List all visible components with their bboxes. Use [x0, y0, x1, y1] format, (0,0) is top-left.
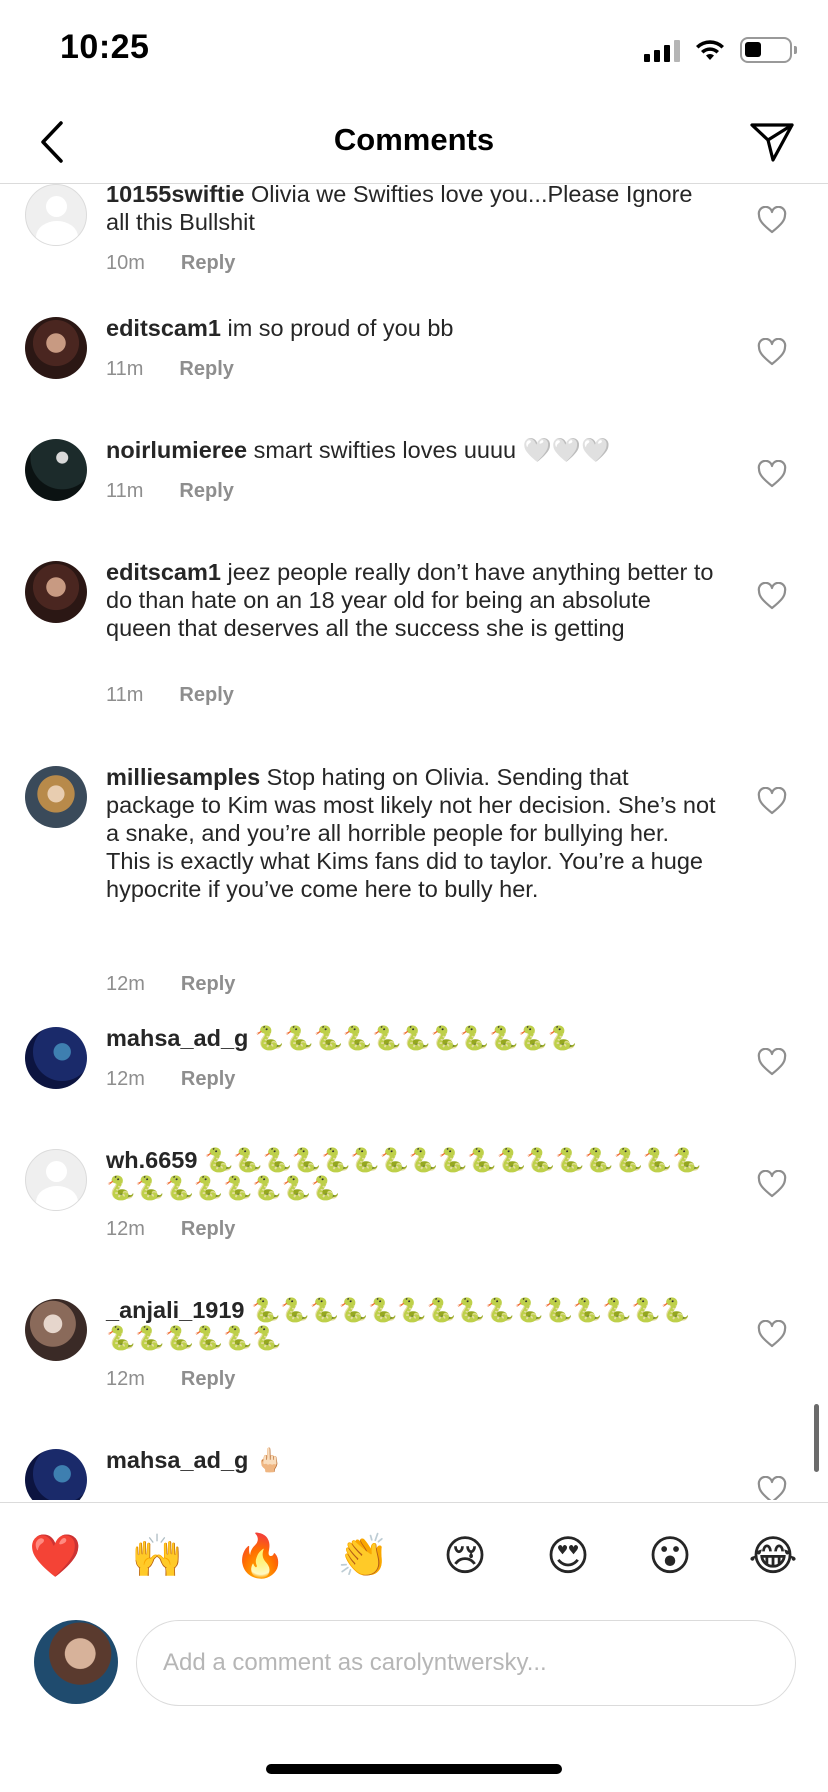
- comment-meta: 12m Reply: [106, 973, 235, 996]
- comment-time: 12m: [106, 1218, 145, 1240]
- comment-text: mahsa_ad_g 🐍🐍🐍🐍🐍🐍🐍🐍🐍🐍🐍: [106, 1024, 716, 1052]
- heart-icon[interactable]: [757, 1476, 787, 1500]
- comment-time: 12m: [106, 1368, 145, 1390]
- comment-username[interactable]: editscam1: [106, 559, 221, 585]
- reply-button[interactable]: Reply: [181, 973, 235, 996]
- comment-meta: 11m Reply: [106, 480, 234, 503]
- comment-meta: 10m Reply: [106, 252, 235, 275]
- comment-username[interactable]: mahsa_ad_g: [106, 1025, 248, 1051]
- status-time: 10:25: [60, 28, 150, 66]
- page-title: Comments: [333, 122, 495, 157]
- comment-username[interactable]: milliesamples: [106, 764, 260, 790]
- heart-icon[interactable]: [757, 582, 787, 610]
- comment-username[interactable]: mahsa_ad_g: [106, 1447, 248, 1473]
- cellular-signal-icon: [644, 38, 680, 62]
- comment-composer: [0, 1606, 828, 1726]
- fire-emoji-reaction[interactable]: 🔥: [234, 1531, 286, 1581]
- avatar[interactable]: [25, 317, 87, 379]
- status-bar: 10:25: [0, 0, 828, 100]
- comment-content: 🐍🐍🐍🐍🐍🐍🐍🐍🐍🐍🐍: [254, 1024, 577, 1052]
- share-button[interactable]: [744, 114, 800, 170]
- comment-username[interactable]: _anjali_1919: [106, 1297, 245, 1323]
- comment-time: 11m: [106, 684, 144, 706]
- comment-text: editscam1 im so proud of you bb: [106, 314, 716, 342]
- comment-content: 🖕🏻: [254, 1447, 285, 1473]
- comment-time: 11m: [106, 358, 144, 380]
- wifi-icon: [696, 40, 724, 60]
- quick-reactions-bar: ❤️ 🙌 🔥 👏 😢 😍 😮 😂: [0, 1502, 828, 1606]
- paper-plane-icon: [750, 123, 794, 162]
- avatar[interactable]: [25, 184, 87, 246]
- comment-meta: 11m Reply: [106, 358, 234, 381]
- comment-time: 10m: [106, 252, 145, 274]
- crying-emoji-reaction[interactable]: 😢: [440, 1531, 490, 1581]
- home-indicator[interactable]: [266, 1764, 562, 1774]
- comment-meta: 11m Reply: [106, 684, 234, 707]
- comment-text: mahsa_ad_g 🖕🏻: [106, 1446, 716, 1474]
- avatar[interactable]: [25, 439, 87, 501]
- surprised-emoji-reaction[interactable]: 😮: [645, 1531, 695, 1581]
- heart-icon[interactable]: [757, 460, 787, 488]
- heart-icon[interactable]: [757, 1048, 787, 1076]
- raised-hands-emoji-reaction[interactable]: 🙌: [131, 1531, 183, 1581]
- clapping-emoji-reaction[interactable]: 👏: [337, 1531, 389, 1581]
- comment-username[interactable]: noirlumieree: [106, 437, 247, 463]
- avatar[interactable]: [25, 766, 87, 828]
- reply-button[interactable]: Reply: [181, 1218, 235, 1241]
- comment-content: im so proud of you bb: [227, 315, 454, 341]
- avatar[interactable]: [25, 1149, 87, 1211]
- reply-button[interactable]: Reply: [181, 1368, 235, 1391]
- comment-username[interactable]: 10155swiftie: [106, 184, 244, 207]
- comment-time: 11m: [106, 480, 144, 502]
- comment-time: 12m: [106, 1068, 145, 1090]
- comments-list[interactable]: 10155swiftie Olivia we Swifties love you…: [0, 184, 828, 1500]
- comment-username[interactable]: wh.6659: [106, 1147, 197, 1173]
- avatar[interactable]: [25, 561, 87, 623]
- heart-icon[interactable]: [757, 1170, 787, 1198]
- heart-emoji-reaction[interactable]: ❤️: [29, 1531, 81, 1581]
- heart-eyes-emoji-reaction[interactable]: 😍: [543, 1531, 593, 1581]
- battery-level: [745, 42, 761, 57]
- comment-text: _anjali_1919 🐍🐍🐍🐍🐍🐍🐍🐍🐍🐍🐍🐍🐍🐍🐍🐍🐍🐍🐍🐍🐍: [106, 1296, 716, 1352]
- comment-meta: 12m Reply: [106, 1368, 235, 1391]
- comment-time: 12m: [106, 973, 145, 995]
- heart-icon[interactable]: [757, 787, 787, 815]
- scrollbar[interactable]: [814, 1404, 819, 1472]
- comment-text: milliesamples Stop hating on Olivia. Sen…: [106, 763, 716, 903]
- heart-icon[interactable]: [757, 206, 787, 234]
- comment-text: editscam1 jeez people really don’t have …: [106, 558, 716, 642]
- comment-meta: 12m Reply: [106, 1218, 235, 1241]
- avatar[interactable]: [25, 1449, 87, 1500]
- avatar[interactable]: [25, 1299, 87, 1361]
- avatar[interactable]: [25, 1027, 87, 1089]
- comment-content: smart swifties loves uuuu 🤍🤍🤍: [253, 437, 611, 463]
- reply-button[interactable]: Reply: [179, 684, 233, 707]
- laughing-emoji-reaction[interactable]: 😂: [748, 1531, 798, 1581]
- comment-text: 10155swiftie Olivia we Swifties love you…: [106, 184, 716, 236]
- heart-icon[interactable]: [757, 1320, 787, 1348]
- comment-meta: 12m Reply: [106, 1068, 235, 1091]
- status-icons: [644, 36, 797, 64]
- comments-header: Comments: [0, 100, 828, 184]
- reply-button[interactable]: Reply: [181, 1068, 235, 1091]
- heart-icon[interactable]: [757, 338, 787, 366]
- reply-button[interactable]: Reply: [181, 252, 235, 275]
- comment-input[interactable]: [136, 1620, 796, 1706]
- comment-text: noirlumieree smart swifties loves uuuu 🤍…: [106, 436, 716, 464]
- reply-button[interactable]: Reply: [179, 480, 233, 503]
- current-user-avatar: [34, 1620, 118, 1704]
- reply-button[interactable]: Reply: [179, 358, 233, 381]
- comment-text: wh.6659 🐍🐍🐍🐍🐍🐍🐍🐍🐍🐍🐍🐍🐍🐍🐍🐍🐍🐍🐍🐍🐍🐍🐍🐍🐍: [106, 1146, 716, 1202]
- comment-username[interactable]: editscam1: [106, 315, 221, 341]
- battery-icon: [740, 37, 797, 63]
